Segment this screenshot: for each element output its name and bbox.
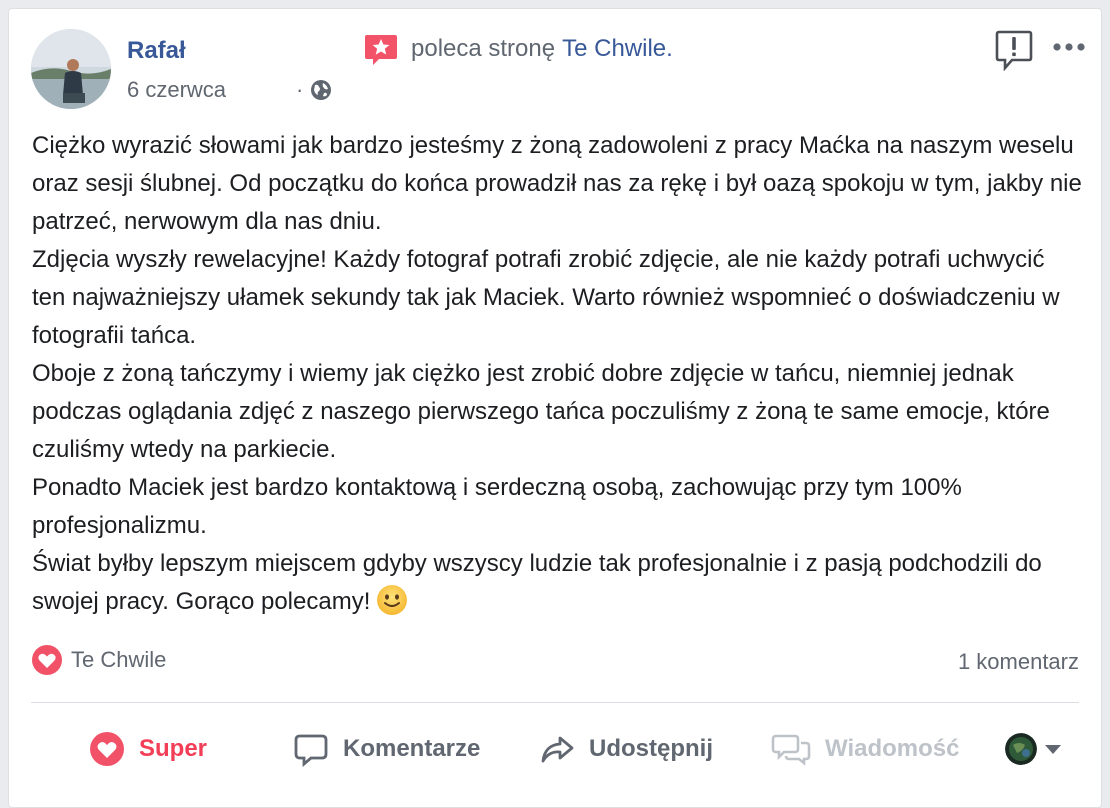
post-body: Ciężko wyrazić słowami jak bardzo jesteś… (32, 127, 1082, 621)
message-icon (771, 734, 811, 766)
post-as-selector[interactable] (1005, 719, 1061, 779)
comment-button[interactable]: Komentarze (293, 719, 480, 779)
share-arrow-icon (541, 736, 574, 763)
share-button[interactable]: Udostępnij (539, 719, 713, 779)
report-icon[interactable] (995, 29, 1033, 72)
super-label: Super (139, 735, 208, 762)
message-label: Wiadomość (825, 735, 960, 762)
body-paragraph-4: Ponadto Maciek jest bardzo kontaktową i … (32, 474, 962, 539)
share-label: Udostępnij (589, 735, 713, 762)
author-name[interactable]: Rafał (127, 37, 186, 65)
recommendation-line: poleca stronę Te Chwile. (363, 31, 673, 67)
super-reaction-button[interactable]: Super (89, 719, 207, 779)
page-avatar-icon (1005, 733, 1037, 765)
comment-label: Komentarze (343, 735, 481, 762)
recommend-text: poleca stronę (411, 35, 556, 62)
body-paragraph-1: Ciężko wyrazić słowami jak bardzo jesteś… (32, 132, 1082, 235)
body-paragraph-3: Oboje z żoną tańczymy i wiemy jak ciężko… (32, 360, 1050, 463)
post-meta: 6 czerwca · (127, 77, 333, 103)
recommend-star-badge-icon (363, 31, 399, 67)
heart-reaction-icon (31, 644, 63, 676)
more-options-icon[interactable] (1051, 39, 1087, 55)
comment-icon (294, 734, 328, 767)
author-avatar[interactable] (31, 29, 111, 109)
chevron-down-icon (1045, 744, 1061, 754)
page-link[interactable]: Te Chwile. (562, 35, 673, 63)
body-paragraph-5-wrapper: Świat byłby lepszym miejscem gdyby wszys… (32, 545, 1082, 621)
post-date[interactable]: 6 czerwca (127, 77, 226, 103)
message-button[interactable]: Wiadomość (771, 719, 959, 779)
heart-reaction-icon (90, 732, 124, 766)
action-bar: Super Komentarze Udostępnij Wiadomość (9, 719, 1101, 779)
smile-emoji-icon (376, 584, 408, 616)
meta-separator: · (296, 77, 304, 102)
body-paragraph-2: Zdjęcia wyszły rewelacyjne! Każdy fotogr… (32, 246, 1060, 349)
body-paragraph-5: Świat byłby lepszym miejscem gdyby wszys… (32, 550, 1042, 615)
comment-count-link[interactable]: 1 komentarz (958, 649, 1079, 675)
review-post-card: Rafał 6 czerwca · poleca stronę Te Chwil… (8, 8, 1102, 808)
reactor-name: Te Chwile (71, 647, 167, 672)
globe-icon[interactable] (309, 78, 333, 102)
action-divider (31, 702, 1079, 703)
reaction-summary[interactable]: Te Chwile (31, 644, 166, 676)
